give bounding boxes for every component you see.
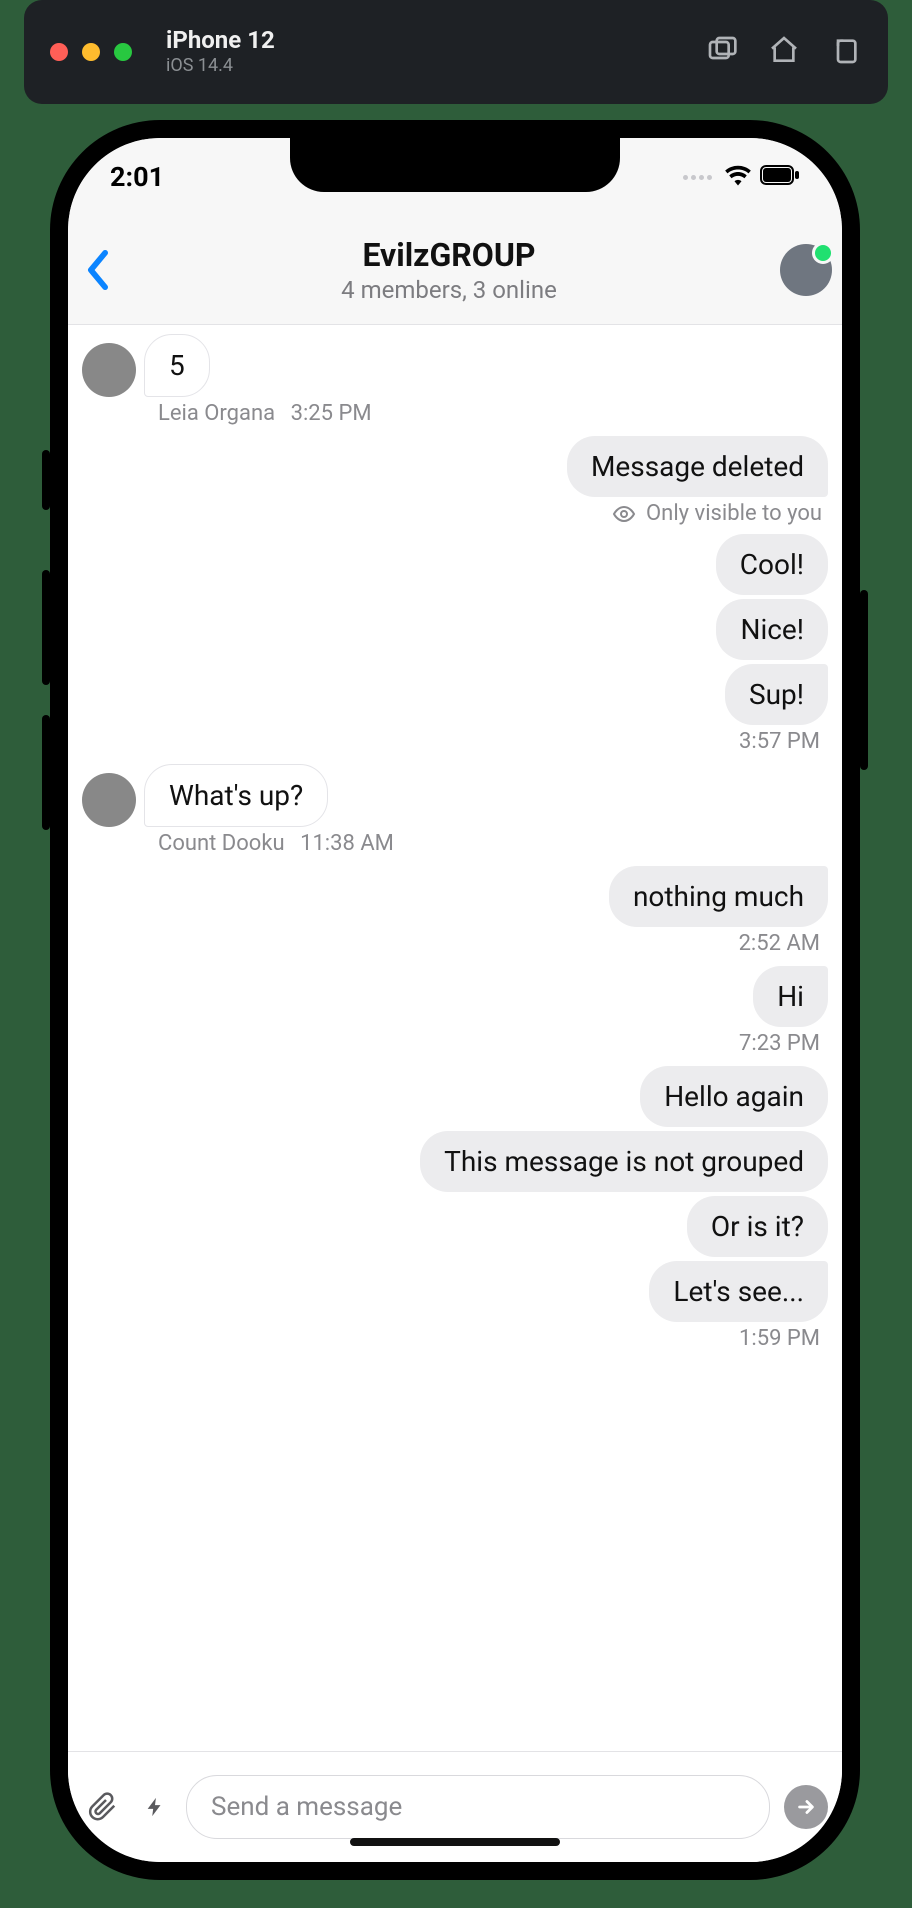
avatar-leia[interactable]: [82, 343, 136, 397]
message-list[interactable]: 5 Leia Organa 3:25 PM Message deleted On…: [68, 324, 842, 1752]
message-text: This message is not grouped: [420, 1131, 828, 1192]
message-meta: Leia Organa 3:25 PM: [82, 401, 828, 426]
battery-icon: [760, 165, 800, 189]
message-text: Nice!: [716, 599, 828, 660]
screenshot-icon[interactable]: [706, 34, 738, 70]
system-notice: Only visible to you: [88, 501, 822, 526]
message-out[interactable]: Sup!: [82, 664, 828, 725]
message-out[interactable]: nothing much: [82, 866, 828, 927]
device-frame: 2:01 EvilzGROUP 4 members, 3: [50, 120, 860, 1880]
message-meta: 7:23 PM: [82, 1031, 828, 1056]
message-text: nothing much: [609, 866, 828, 927]
back-button[interactable]: [68, 250, 128, 290]
message-meta: Count Dooku 11:38 AM: [82, 831, 828, 856]
message-out[interactable]: Hi: [82, 966, 828, 1027]
sender-name: Leia Organa: [158, 401, 275, 426]
message-meta: 1:59 PM: [82, 1326, 828, 1351]
sender-name: Count Dooku: [158, 831, 285, 856]
paperclip-icon: [88, 1791, 118, 1823]
rotate-icon[interactable]: [830, 34, 862, 70]
close-window-button[interactable]: [50, 43, 68, 61]
message-text: Sup!: [725, 664, 828, 725]
sent-time: 3:57 PM: [739, 729, 820, 754]
message-out[interactable]: This message is not grouped: [82, 1131, 828, 1192]
message-text: Hi: [753, 966, 828, 1027]
message-input-placeholder: Send a message: [211, 1792, 402, 1822]
cellular-icon: [683, 175, 712, 180]
message-text: Cool!: [716, 534, 828, 595]
window-traffic-lights: [50, 43, 132, 61]
home-indicator[interactable]: [350, 1838, 560, 1846]
status-time: 2:01: [110, 161, 164, 193]
home-icon[interactable]: [768, 34, 800, 70]
message-text: 5: [144, 334, 210, 397]
sent-time: 3:25 PM: [291, 401, 372, 426]
sent-time: 2:52 AM: [739, 931, 820, 956]
chat-header: EvilzGROUP 4 members, 3 online: [68, 216, 842, 325]
chat-title: EvilzGROUP: [128, 236, 770, 274]
minimize-window-button[interactable]: [82, 43, 100, 61]
simulator-os-label: iOS 14.4: [166, 56, 275, 77]
message-out[interactable]: Nice!: [82, 599, 828, 660]
message-text: What's up?: [144, 764, 328, 827]
simulator-device-label: iPhone 12: [166, 27, 275, 55]
fullscreen-window-button[interactable]: [114, 43, 132, 61]
message-out[interactable]: Let's see...: [82, 1261, 828, 1322]
message-in[interactable]: What's up?: [82, 764, 828, 827]
message-text: Hello again: [640, 1066, 828, 1127]
header-avatar[interactable]: [770, 244, 842, 296]
message-meta: 2:52 AM: [82, 931, 828, 956]
device-notch: [290, 138, 620, 192]
eye-icon: [612, 502, 636, 526]
instant-command-button[interactable]: [138, 1791, 172, 1823]
presence-indicator: [812, 242, 834, 264]
avatar-dooku[interactable]: [82, 773, 136, 827]
arrow-right-icon: [795, 1796, 817, 1818]
message-out[interactable]: Or is it?: [82, 1196, 828, 1257]
message-out[interactable]: Message deleted: [82, 436, 828, 497]
message-meta: 3:57 PM: [82, 729, 828, 754]
simulator-titlebar: iPhone 12 iOS 14.4: [24, 0, 888, 104]
send-button[interactable]: [784, 1785, 828, 1829]
message-in[interactable]: 5: [82, 334, 828, 397]
message-text: Or is it?: [687, 1196, 828, 1257]
chat-title-block[interactable]: EvilzGROUP 4 members, 3 online: [128, 236, 770, 304]
wifi-icon: [724, 164, 752, 190]
lightning-icon: [144, 1791, 166, 1823]
chat-subtitle: 4 members, 3 online: [128, 276, 770, 304]
message-text: Message deleted: [567, 436, 828, 497]
sent-time: 7:23 PM: [739, 1031, 820, 1056]
sent-time: 1:59 PM: [739, 1326, 820, 1351]
message-out[interactable]: Cool!: [82, 534, 828, 595]
sent-time: 11:38 AM: [300, 831, 394, 856]
message-text: Let's see...: [649, 1261, 828, 1322]
message-out[interactable]: Hello again: [82, 1066, 828, 1127]
attach-button[interactable]: [82, 1791, 124, 1823]
message-input[interactable]: Send a message: [186, 1775, 770, 1839]
